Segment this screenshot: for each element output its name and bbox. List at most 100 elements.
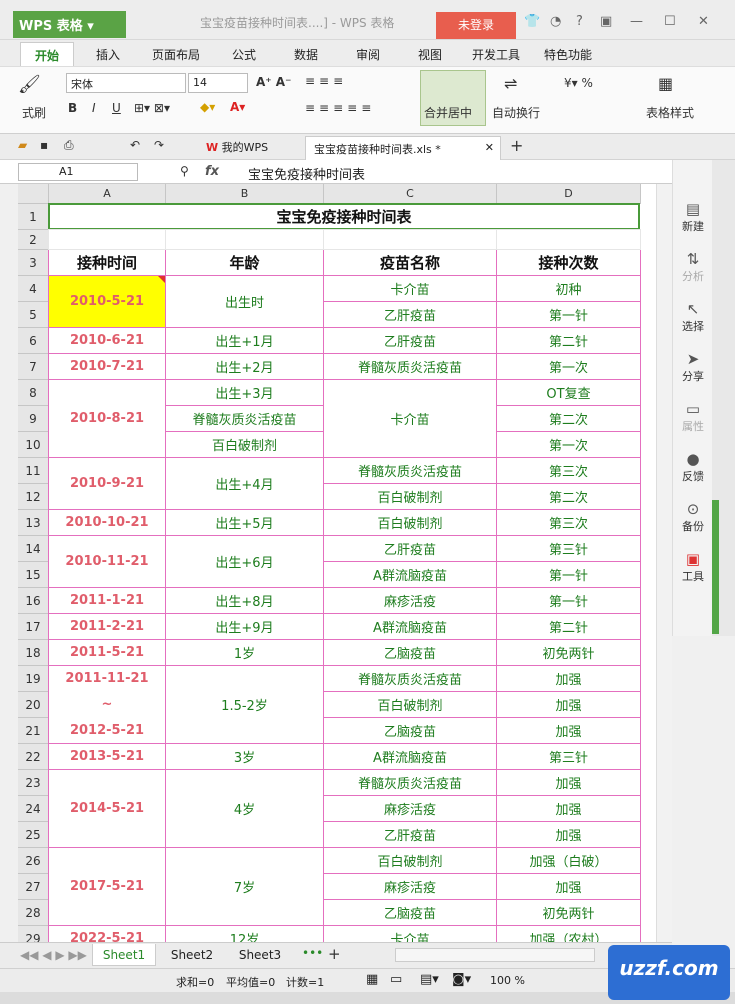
vaccine-cell[interactable]: 麻疹活疫 xyxy=(323,587,497,614)
date-cell[interactable]: 2010-6-21 xyxy=(48,327,166,354)
dose-cell[interactable]: 初种 xyxy=(496,275,641,302)
font-size-select[interactable]: 14 xyxy=(188,73,248,93)
help-icon[interactable]: ? xyxy=(576,14,583,29)
row-header[interactable]: 5 xyxy=(18,302,49,328)
bold-icon[interactable]: B xyxy=(68,101,77,115)
row-header[interactable]: 3 xyxy=(18,250,49,276)
age-cell[interactable]: 1.5-2岁 xyxy=(165,665,324,744)
tab-data[interactable]: 数据 xyxy=(294,46,318,63)
reading-view-icon[interactable]: ◙▾ xyxy=(452,972,471,987)
column-title-cell[interactable]: 接种时间 xyxy=(48,249,166,276)
dose-cell[interactable]: 第一次 xyxy=(496,353,641,380)
dose-cell[interactable]: 第三次 xyxy=(496,457,641,484)
date-cell[interactable]: 2010-7-21 xyxy=(48,353,166,380)
column-header-d[interactable]: D xyxy=(497,184,641,204)
age-cell[interactable]: 出生时 xyxy=(165,275,324,328)
empty-cell[interactable] xyxy=(165,229,324,250)
merge-center-label[interactable]: 合并居中 xyxy=(424,104,472,121)
tab-view[interactable]: 视图 xyxy=(418,46,442,63)
row-header[interactable]: 10 xyxy=(18,432,49,458)
row-header[interactable]: 19 xyxy=(18,666,49,692)
vaccine-cell[interactable]: 乙脑疫苗 xyxy=(323,639,497,666)
vaccine-cell[interactable]: 脊髓灰质炎活疫苗 xyxy=(323,769,497,796)
vaccine-cell[interactable]: 乙脑疫苗 xyxy=(323,717,497,744)
more-sheets-icon[interactable]: ••• xyxy=(302,946,323,960)
row-header[interactable]: 14 xyxy=(18,536,49,562)
minimize-icon[interactable]: — xyxy=(630,14,643,29)
age-cell[interactable]: 出生+3月 xyxy=(165,379,324,406)
dose-cell[interactable]: 第三针 xyxy=(496,535,641,562)
vaccine-cell[interactable]: 卡介苗 xyxy=(323,275,497,302)
row-header[interactable]: 21 xyxy=(18,718,49,744)
date-cell[interactable]: 2014-5-21 xyxy=(48,769,166,848)
row-header[interactable]: 12 xyxy=(18,484,49,510)
age-cell[interactable]: 出生+5月 xyxy=(165,509,324,536)
sidebar-properties[interactable]: ▭ 属性 xyxy=(673,400,713,434)
row-header[interactable]: 6 xyxy=(18,328,49,354)
vaccine-cell[interactable]: 麻疹活疫 xyxy=(323,873,497,900)
row-header[interactable]: 2 xyxy=(18,230,49,250)
vaccine-cell[interactable]: 乙肝疫苗 xyxy=(323,821,497,848)
age-cell[interactable]: 出生+1月 xyxy=(165,327,324,354)
row-header[interactable]: 24 xyxy=(18,796,49,822)
date-cell[interactable]: 2010-11-21 xyxy=(48,535,166,588)
date-cell[interactable]: 2010-5-21 xyxy=(48,275,166,328)
date-cell[interactable]: 2013-5-21 xyxy=(48,743,166,770)
age-cell[interactable]: 出生+6月 xyxy=(165,535,324,588)
dose-cell[interactable]: 初免两针 xyxy=(496,639,641,666)
vertical-scrollbar[interactable] xyxy=(656,184,672,942)
dose-cell[interactable]: 第二针 xyxy=(496,327,641,354)
font-color-icon[interactable]: A▾ xyxy=(230,100,245,114)
date-cell[interactable]: 2011-5-21 xyxy=(48,639,166,666)
font-grow-icon[interactable]: A⁺ A⁻ xyxy=(256,75,291,89)
age-cell[interactable]: 脊髓灰质炎活疫苗 xyxy=(165,405,324,432)
vaccine-cell[interactable]: 乙肝疫苗 xyxy=(323,535,497,562)
dose-cell[interactable]: 第一针 xyxy=(496,561,641,588)
undo-icon[interactable]: ↶ xyxy=(130,138,140,152)
redo-icon[interactable]: ↷ xyxy=(154,138,164,152)
add-sheet-icon[interactable]: + xyxy=(328,945,341,963)
vaccine-cell[interactable]: 乙肝疫苗 xyxy=(323,301,497,328)
name-box[interactable]: A1 xyxy=(18,163,138,181)
column-title-cell[interactable]: 接种次数 xyxy=(496,249,641,276)
tab-features[interactable]: 特色功能 xyxy=(544,46,592,63)
tab-developer[interactable]: 开发工具 xyxy=(472,46,520,63)
date-cell[interactable]: 2010-9-21 xyxy=(48,457,166,510)
border-icon[interactable]: ⊞▾ ⊠▾ xyxy=(134,101,170,115)
empty-cell[interactable] xyxy=(496,229,641,250)
column-title-cell[interactable]: 年龄 xyxy=(165,249,324,276)
align-left-icons[interactable]: ≡≡≡≡≡ xyxy=(305,101,375,115)
dose-cell[interactable]: 加强 xyxy=(496,795,641,822)
open-icon[interactable]: ▰ xyxy=(18,138,27,152)
save-icon[interactable]: ▪ xyxy=(40,138,48,152)
normal-view-icon[interactable]: ▦ xyxy=(366,972,378,987)
row-header[interactable]: 25 xyxy=(18,822,49,848)
empty-cell[interactable] xyxy=(48,229,166,250)
sidebar-analyze[interactable]: ⇅ 分析 xyxy=(673,250,713,284)
vaccine-cell[interactable]: 乙肝疫苗 xyxy=(323,327,497,354)
column-header-c[interactable]: C xyxy=(324,184,497,204)
sidebar-share[interactable]: ➤ 分享 xyxy=(673,350,713,384)
italic-icon[interactable]: I xyxy=(92,101,96,115)
column-title-cell[interactable]: 疫苗名称 xyxy=(323,249,497,276)
row-header[interactable]: 22 xyxy=(18,744,49,770)
format-painter-label[interactable]: 式刷 xyxy=(22,104,46,121)
date-cell[interactable]: 2011-2-21 xyxy=(48,613,166,640)
vaccine-cell[interactable]: 脊髓灰质炎活疫苗 xyxy=(323,353,497,380)
row-header[interactable]: 23 xyxy=(18,770,49,796)
row-header[interactable]: 7 xyxy=(18,354,49,380)
age-cell[interactable]: 4岁 xyxy=(165,769,324,848)
maximize-icon[interactable]: ☐ xyxy=(664,14,676,29)
fx-icon[interactable]: fx xyxy=(205,164,219,179)
dose-cell[interactable]: 加强 xyxy=(496,821,641,848)
row-header[interactable]: 4 xyxy=(18,276,49,302)
underline-icon[interactable]: U xyxy=(112,101,121,115)
align-top-icons[interactable]: ≡≡≡ xyxy=(305,74,347,88)
vaccine-cell[interactable]: 百白破制剂 xyxy=(323,509,497,536)
vaccine-cell[interactable]: A群流脑疫苗 xyxy=(323,561,497,588)
sidebar-feedback[interactable]: ● 反馈 xyxy=(673,450,713,484)
tab-document[interactable]: 宝宝疫苗接种时间表.xls * ✕ xyxy=(305,136,501,160)
print-icon[interactable]: ⎙ xyxy=(64,138,74,153)
formula-input[interactable]: 宝宝免疫接种时间表 xyxy=(248,164,365,183)
dose-cell[interactable]: 第三次 xyxy=(496,509,641,536)
